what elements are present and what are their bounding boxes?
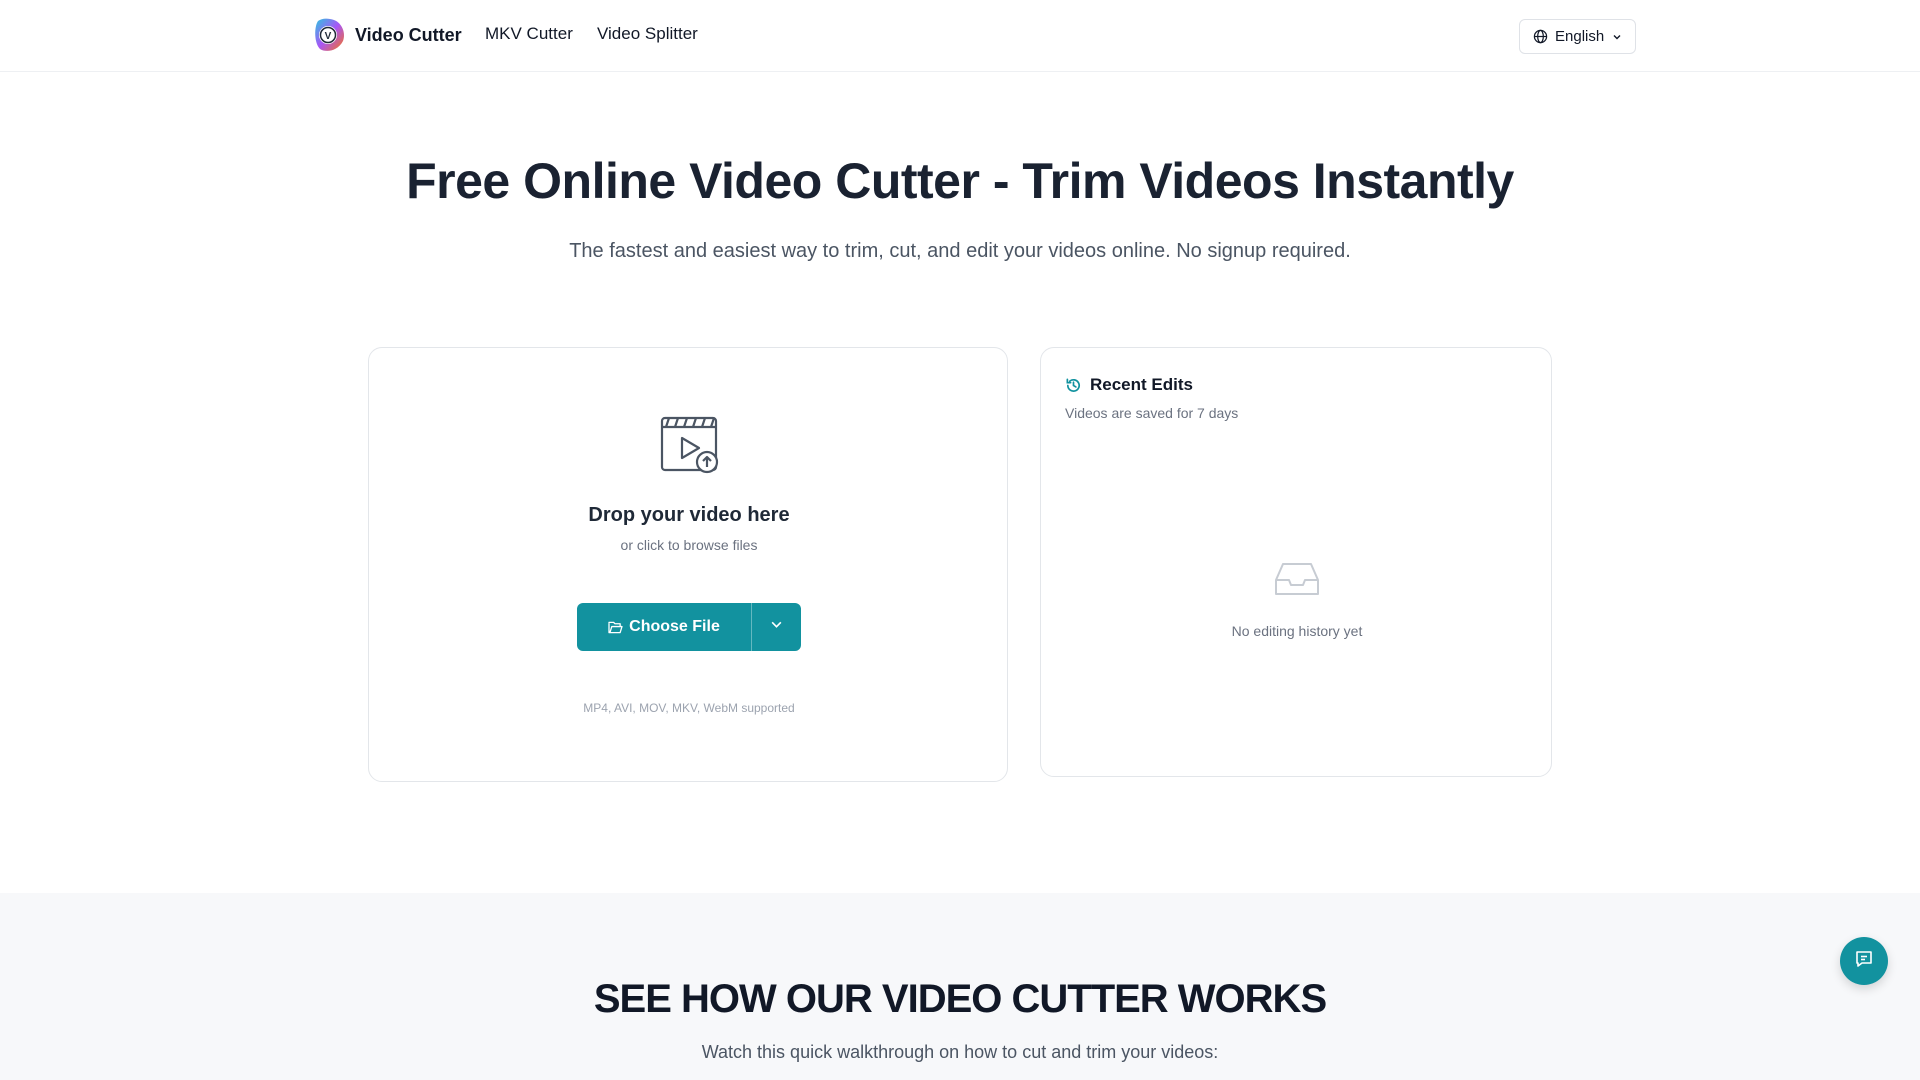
upload-dropzone[interactable]: Drop your video here or click to browse … [368, 347, 1008, 782]
how-it-works-section: SEE HOW OUR VIDEO CUTTER WORKS Watch thi… [0, 893, 1920, 1080]
recent-edits-header: Recent Edits [1065, 375, 1193, 395]
history-icon [1065, 377, 1082, 394]
choose-file-label: Choose File [629, 618, 720, 635]
language-selector[interactable]: English [1519, 19, 1636, 54]
dropzone-subtitle: or click to browse files [620, 537, 758, 553]
upload-source-dropdown[interactable] [752, 603, 801, 651]
choose-file-button[interactable]: Choose File [577, 603, 752, 651]
chat-button[interactable] [1840, 937, 1888, 985]
chevron-down-icon [770, 618, 783, 636]
how-it-works-subtitle: Watch this quick walkthrough on how to c… [701, 1042, 1219, 1062]
video-cutter-logo-icon: V [312, 17, 346, 53]
recent-edits-panel: Recent Edits Videos are saved for 7 days… [1040, 347, 1552, 777]
dropzone-title: Drop your video here [588, 504, 790, 526]
svg-text:V: V [325, 31, 332, 42]
empty-history-text: No editing history yet [1231, 623, 1363, 639]
video-upload-icon [659, 414, 721, 481]
page-title: Free Online Video Cutter - Trim Videos I… [406, 153, 1514, 209]
top-header: V Video Cutter MKV Cutter Video Splitter… [0, 0, 1920, 72]
page-subtitle: The fastest and easiest way to trim, cut… [569, 240, 1351, 262]
choose-file-group: Choose File [577, 603, 801, 651]
recent-edits-title: Recent Edits [1090, 375, 1193, 394]
language-label: English [1555, 28, 1605, 45]
folder-open-icon [608, 621, 623, 634]
recent-edits-subtitle: Videos are saved for 7 days [1065, 405, 1239, 421]
inbox-icon [1274, 560, 1320, 603]
how-it-works-title: SEE HOW OUR VIDEO CUTTER WORKS [593, 977, 1327, 1021]
chevron-down-icon [1612, 32, 1622, 42]
chat-icon [1854, 949, 1874, 974]
nav-link-mkv-cutter[interactable]: MKV Cutter [485, 24, 573, 44]
supported-formats: MP4, AVI, MOV, MKV, WebM supported [583, 701, 795, 715]
logo-link[interactable]: V Video Cutter [312, 17, 462, 53]
globe-icon [1533, 29, 1548, 44]
nav-link-video-splitter[interactable]: Video Splitter [597, 24, 698, 44]
logo-text[interactable]: Video Cutter [355, 25, 462, 46]
